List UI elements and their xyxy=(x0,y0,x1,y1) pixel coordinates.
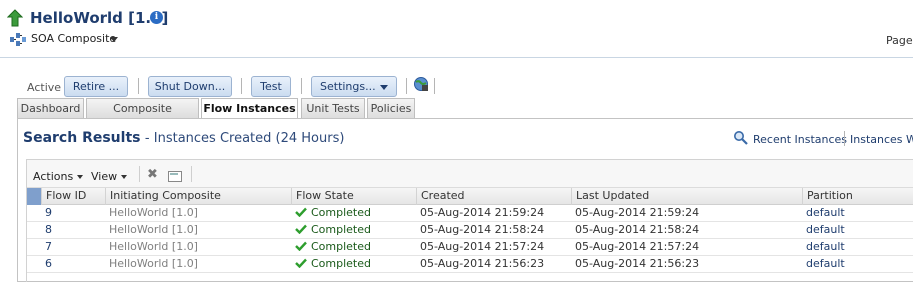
last-updated-cell: 05-Aug-2014 21:57:24 xyxy=(575,240,700,253)
toolbar-divider xyxy=(406,78,407,94)
search-results-title: Search Results - Instances Created (24 H… xyxy=(23,130,344,146)
last-updated-cell: 05-Aug-2014 21:59:24 xyxy=(575,206,700,219)
search-icon[interactable] xyxy=(733,130,748,145)
select-all-cell[interactable] xyxy=(27,188,41,205)
retire-button[interactable]: Retire ... xyxy=(64,76,128,97)
flow-state-text: Completed xyxy=(311,257,371,270)
settings-button[interactable]: Settings... xyxy=(311,76,397,97)
up-arrow-icon xyxy=(7,9,23,27)
created-cell: 05-Aug-2014 21:57:24 xyxy=(420,240,545,253)
actions-menu-label: Actions xyxy=(33,170,74,183)
check-icon xyxy=(295,207,307,217)
table-row[interactable]: 8 HelloWorld [1.0] Completed 05-Aug-2014… xyxy=(27,222,913,239)
soa-composite-icon xyxy=(10,33,26,46)
initiating-composite-cell[interactable]: HelloWorld [1.0] xyxy=(105,222,291,239)
tab-dashboard[interactable]: Dashboard xyxy=(17,98,84,118)
toolbar-divider xyxy=(191,166,192,182)
column-header-last-updated[interactable]: Last Updated xyxy=(571,188,802,205)
initiating-composite-cell[interactable]: HelloWorld [1.0] xyxy=(105,205,291,222)
settings-button-label: Settings... xyxy=(320,80,376,93)
partition-link[interactable]: default xyxy=(802,205,913,222)
link-divider xyxy=(844,131,845,146)
recent-instances-link[interactable]: Recent Instances xyxy=(753,133,847,146)
flow-state-text: Completed xyxy=(311,206,371,219)
view-menu[interactable]: View xyxy=(91,170,128,183)
column-header-partition[interactable]: Partition xyxy=(802,188,913,205)
column-header-flow-id[interactable]: Flow ID xyxy=(41,188,105,205)
initiating-composite-cell[interactable]: HelloWorld [1.0] xyxy=(105,256,291,273)
search-results-subtitle: - Instances Created (24 Hours) xyxy=(144,131,345,146)
composite-toolbar: Active Retire ... Shut Down... Test Sett… xyxy=(0,70,913,98)
soa-composite-menu[interactable]: SOA Composite xyxy=(31,32,116,45)
detach-icon[interactable] xyxy=(168,171,182,182)
partition-link[interactable]: default xyxy=(802,222,913,239)
table-header-row: Flow ID Initiating Composite Flow State … xyxy=(27,188,913,205)
flow-state-cell: Completed xyxy=(291,239,416,256)
instances-with-link[interactable]: Instances Wit xyxy=(850,133,913,146)
toolbar-divider xyxy=(434,78,435,94)
column-header-initiating-composite[interactable]: Initiating Composite xyxy=(105,188,291,205)
table-row[interactable]: 9 HelloWorld [1.0] Completed 05-Aug-2014… xyxy=(27,205,913,222)
last-updated-cell: 05-Aug-2014 21:58:24 xyxy=(575,223,700,236)
tab-policies[interactable]: Policies xyxy=(367,98,415,118)
flow-instances-panel: Search Results - Instances Created (24 H… xyxy=(17,118,913,282)
column-header-created[interactable]: Created xyxy=(416,188,571,205)
toolbar-divider xyxy=(301,78,302,94)
partition-link[interactable]: default xyxy=(802,239,913,256)
page-menu-label[interactable]: Page xyxy=(886,34,913,47)
created-cell: 05-Aug-2014 21:56:23 xyxy=(420,257,545,270)
check-icon xyxy=(295,224,307,234)
chevron-down-icon xyxy=(77,175,84,179)
page-title: HelloWorld [1.0] xyxy=(30,9,169,27)
flow-id-link[interactable]: 6 xyxy=(41,256,105,273)
composite-header: HelloWorld [1.0] i SOA Composite Page xyxy=(0,0,913,58)
flow-state-cell: Completed xyxy=(291,256,416,273)
view-menu-label: View xyxy=(91,170,118,183)
flow-state-text: Completed xyxy=(311,223,371,236)
flow-id-link[interactable]: 7 xyxy=(41,239,105,256)
toolbar-divider xyxy=(241,78,242,94)
flow-state-cell: Completed xyxy=(291,222,416,239)
check-icon xyxy=(295,241,307,251)
instances-table: Actions View ✖ Flow ID Initiating Compos… xyxy=(26,159,913,282)
web-service-icon[interactable] xyxy=(413,76,429,92)
test-button[interactable]: Test xyxy=(251,76,291,97)
check-icon xyxy=(295,258,307,268)
created-cell: 05-Aug-2014 21:58:24 xyxy=(420,223,545,236)
toolbar-divider xyxy=(138,78,139,94)
tab-composite-definition[interactable]: Composite Definition xyxy=(86,98,199,134)
initiating-composite-cell[interactable]: HelloWorld [1.0] xyxy=(105,239,291,256)
status-label: Active xyxy=(27,81,62,94)
delete-icon[interactable]: ✖ xyxy=(147,168,158,181)
info-icon[interactable]: i xyxy=(150,11,163,24)
flow-state-cell: Completed xyxy=(291,205,416,222)
search-results-heading: Search Results xyxy=(23,130,141,146)
tab-flow-instances[interactable]: Flow Instances xyxy=(201,98,298,119)
chevron-down-icon xyxy=(121,175,128,179)
chevron-down-icon xyxy=(380,85,388,90)
flow-id-link[interactable]: 8 xyxy=(41,222,105,239)
toolbar-divider xyxy=(139,166,140,182)
partition-link[interactable]: default xyxy=(802,256,913,273)
table-toolbar: Actions View ✖ xyxy=(27,160,913,188)
tab-unit-tests[interactable]: Unit Tests xyxy=(301,98,365,118)
column-header-flow-state[interactable]: Flow State xyxy=(291,188,416,205)
table-row[interactable]: 6 HelloWorld [1.0] Completed 05-Aug-2014… xyxy=(27,256,913,273)
flow-id-link[interactable]: 9 xyxy=(41,205,105,222)
actions-menu[interactable]: Actions xyxy=(33,170,84,183)
chevron-down-icon[interactable] xyxy=(110,37,118,42)
last-updated-cell: 05-Aug-2014 21:56:23 xyxy=(575,257,700,270)
shut-down-button[interactable]: Shut Down... xyxy=(148,76,232,97)
created-cell: 05-Aug-2014 21:59:24 xyxy=(420,206,545,219)
table-row[interactable]: 7 HelloWorld [1.0] Completed 05-Aug-2014… xyxy=(27,239,913,256)
flow-state-text: Completed xyxy=(311,240,371,253)
